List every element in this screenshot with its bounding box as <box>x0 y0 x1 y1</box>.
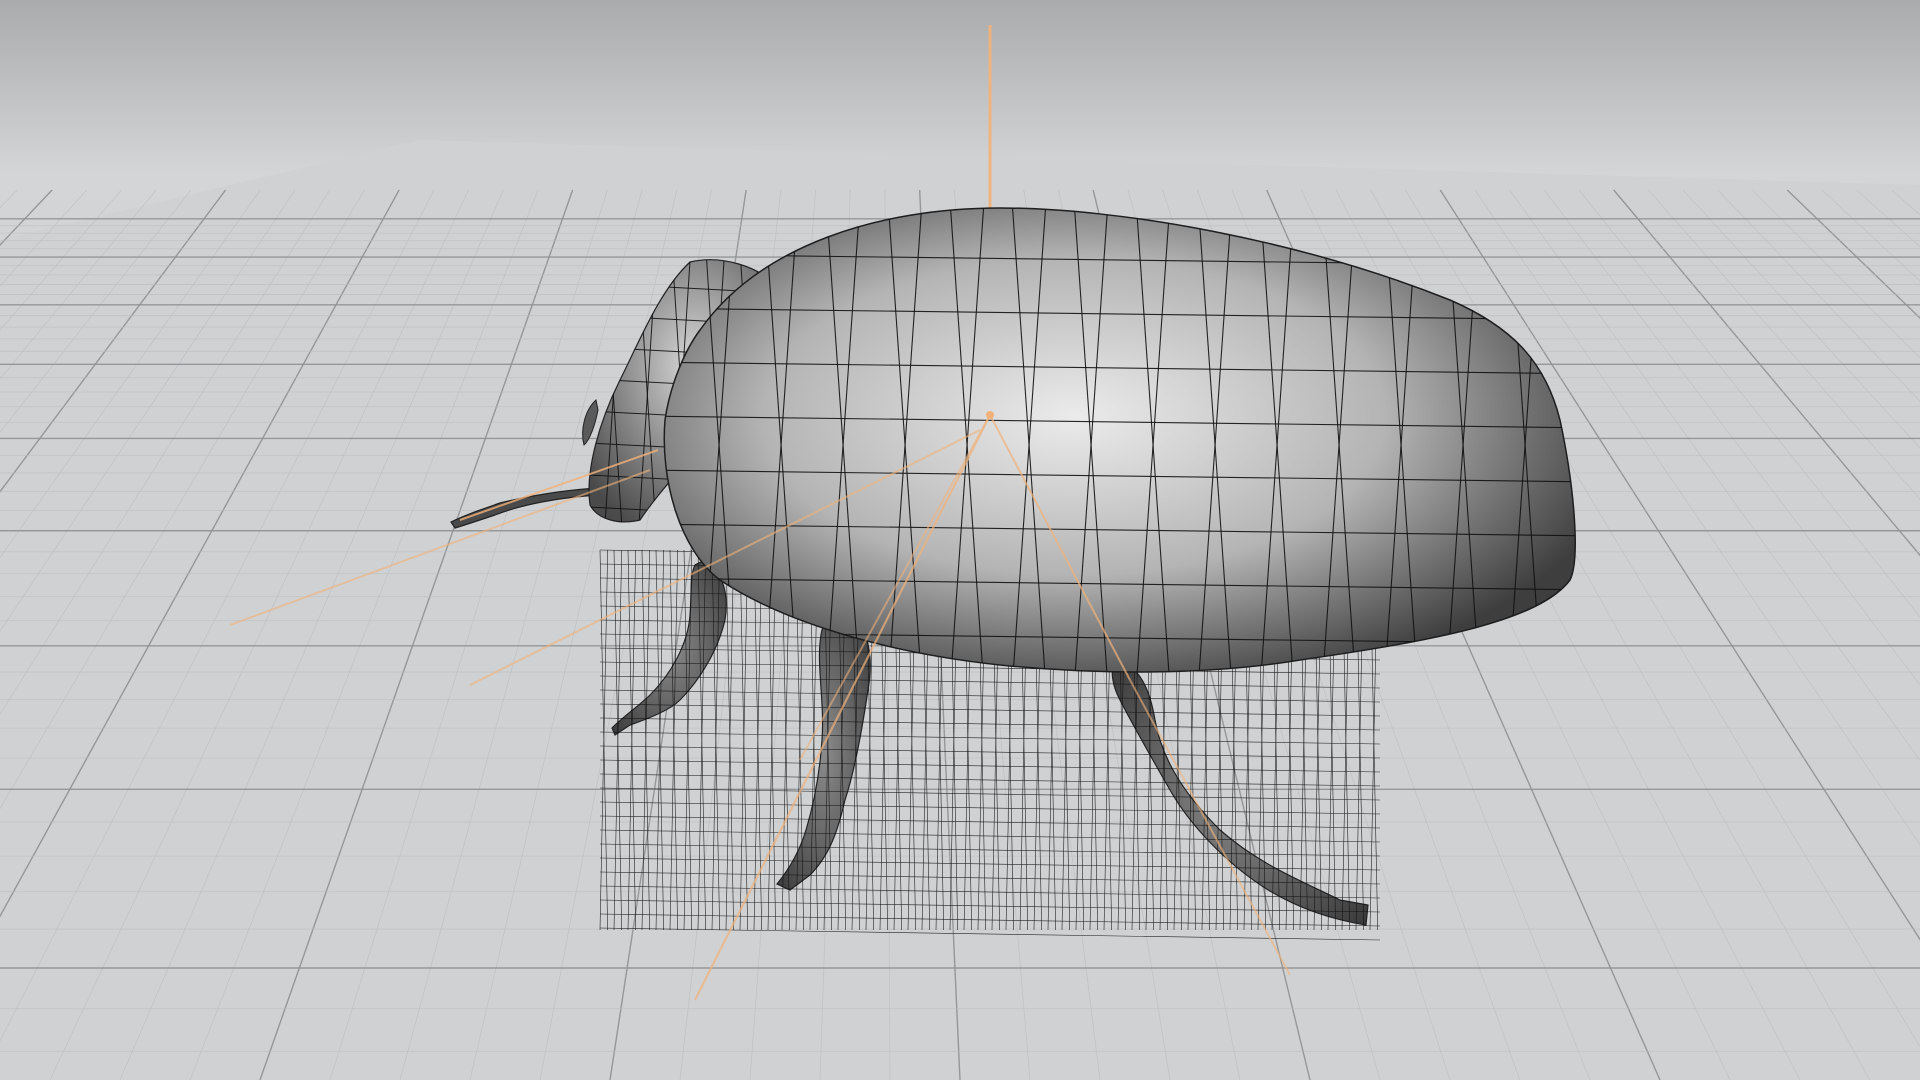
rig-pivot-node[interactable] <box>986 411 994 419</box>
3d-viewport[interactable] <box>0 0 1920 1080</box>
viewport-canvas[interactable] <box>0 0 1920 1080</box>
